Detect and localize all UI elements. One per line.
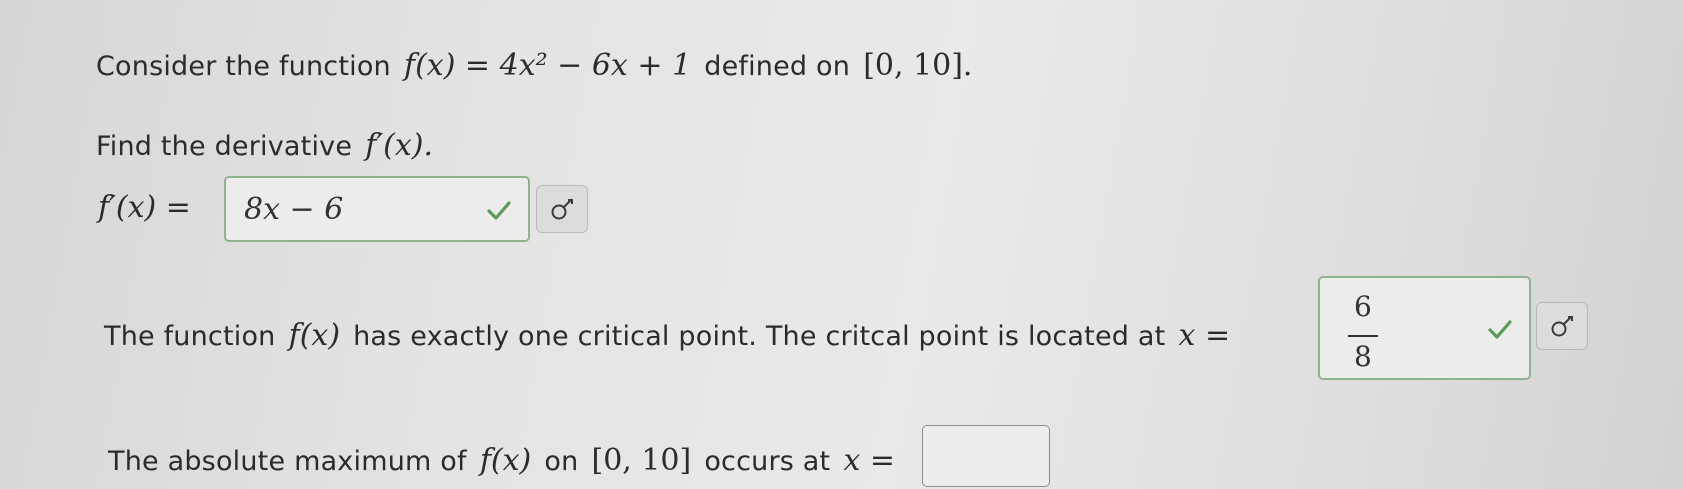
intro-text: Consider the function xyxy=(96,51,391,82)
domain-interval: [0, 10]. xyxy=(863,48,973,83)
part3-text-a: The absolute maximum of xyxy=(108,446,467,477)
part1-prompt-text: Find the derivative xyxy=(96,131,353,162)
part1-lhs: f′(x) = xyxy=(98,190,191,225)
derivative-answer-value: 8x − 6 xyxy=(244,192,344,227)
defined-on-text: defined on xyxy=(704,51,851,82)
critical-point-answer-field[interactable]: 6 8 xyxy=(1318,276,1531,380)
part3-prompt: The absolute maximum of f(x) on [0, 10] … xyxy=(108,443,895,478)
part2-key-button[interactable] xyxy=(1536,302,1588,350)
key-icon xyxy=(551,199,573,220)
part2-math-a: f(x) xyxy=(288,318,341,353)
part2-text-a: The function xyxy=(104,321,276,352)
part3-lhs: x = xyxy=(843,443,896,478)
part3-text-c: occurs at xyxy=(704,446,831,477)
part2-prompt: The function f(x) has exactly one critic… xyxy=(104,318,1230,353)
check-icon xyxy=(1488,320,1512,339)
part2-lhs: x = xyxy=(1178,318,1231,353)
derivative-answer-field[interactable]: 8x − 6 xyxy=(224,176,530,242)
part3-math-b: [0, 10] xyxy=(591,443,692,478)
function-definition: f(x) = 4x² − 6x + 1 xyxy=(403,48,692,83)
fraction-denominator: 8 xyxy=(1354,340,1372,373)
key-icon xyxy=(1551,316,1573,337)
check-icon xyxy=(487,201,511,220)
fraction-numerator: 6 xyxy=(1354,290,1372,323)
part1-lhs-math: f′(x) = xyxy=(98,190,191,225)
question-intro: Consider the function f(x) = 4x² − 6x + … xyxy=(96,48,972,83)
absolute-max-answer-field[interactable] xyxy=(922,425,1050,487)
part1-prompt: Find the derivative f′(x). xyxy=(96,128,433,163)
part2-text-b: has exactly one critical point. The crit… xyxy=(353,321,1166,352)
part3-text-b: on xyxy=(544,446,579,477)
part1-prompt-math: f′(x). xyxy=(365,128,434,163)
part1-key-button[interactable] xyxy=(536,185,588,233)
critical-point-fraction: 6 8 xyxy=(1348,288,1378,373)
part3-math-a: f(x) xyxy=(479,443,532,478)
fraction-bar xyxy=(1348,335,1378,337)
